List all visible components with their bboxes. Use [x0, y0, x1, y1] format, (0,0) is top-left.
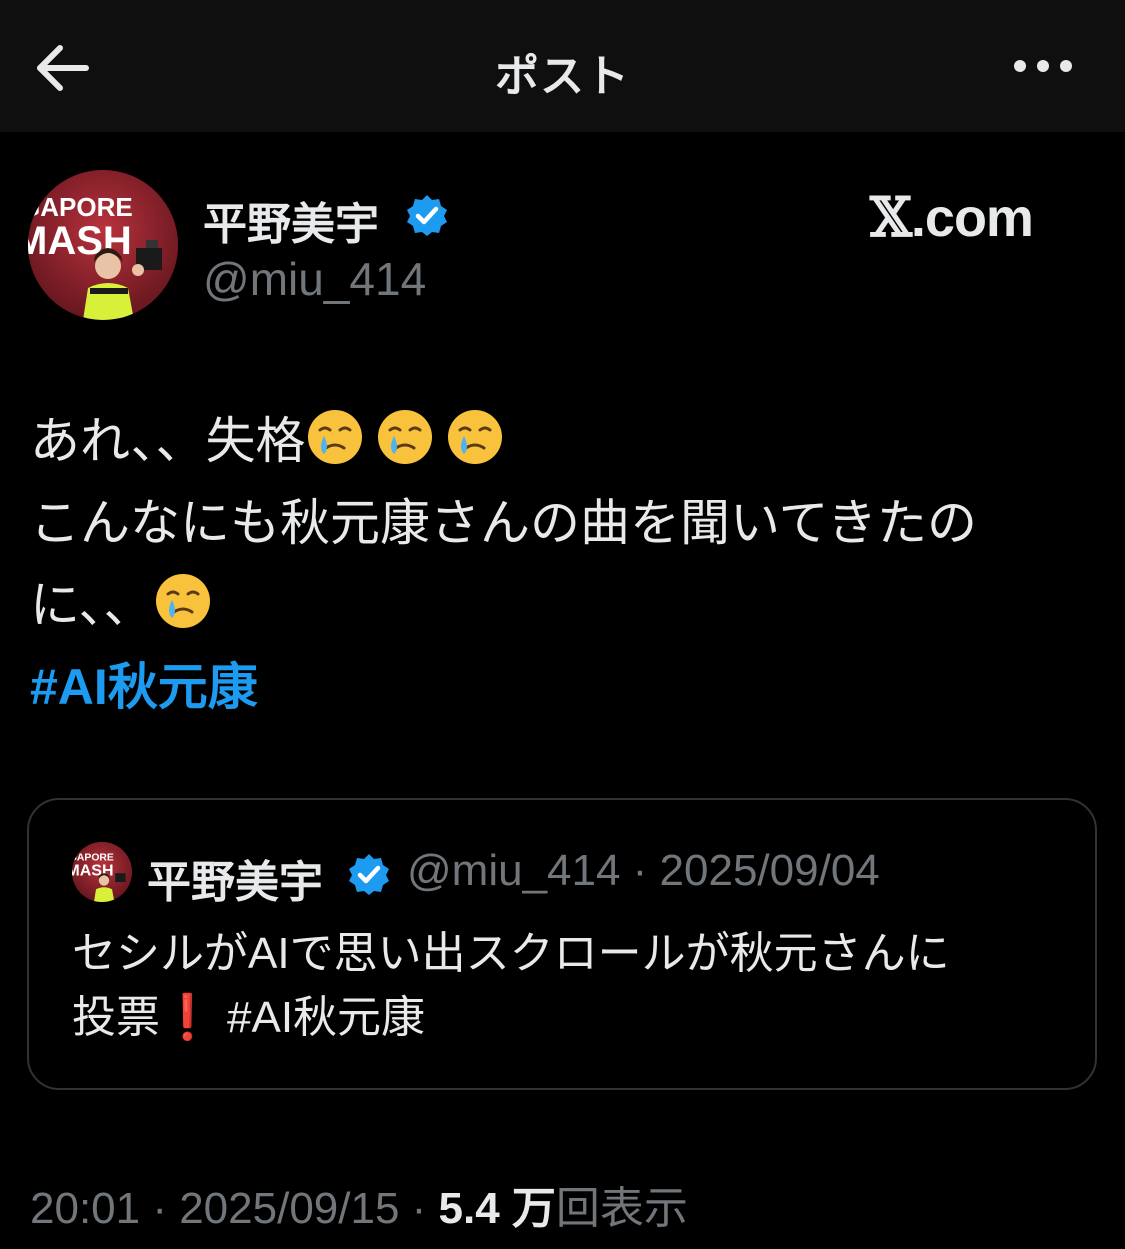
views-label: 回表示	[555, 1184, 688, 1233]
face-holding-back-tears-icon	[447, 410, 502, 464]
author-avatar[interactable]: GAPORE MASH	[28, 170, 178, 320]
hashtag-link[interactable]: #AI秋元康	[30, 659, 258, 715]
post-text-line-1: あれ、、失格	[30, 400, 1100, 482]
x-logo-icon: 𝕏	[870, 185, 912, 249]
more-options-button[interactable]	[1008, 44, 1078, 88]
quoted-post-card[interactable]: GAPORE MASH 平野美宇 @miu_414 · 2025/09/04 セ…	[27, 798, 1097, 1090]
face-holding-back-tears-icon	[377, 410, 432, 464]
post-text-line-2: こんなにも秋元康さんの曲を聞いてきたの	[30, 495, 977, 551]
xcom-watermark: 𝕏.com	[870, 185, 1034, 249]
quoted-author-avatar[interactable]: GAPORE MASH	[72, 842, 132, 902]
quoted-post-meta: @miu_414 · 2025/09/04	[407, 846, 880, 895]
more-horizontal-icon[interactable]	[1008, 44, 1078, 88]
post-body: あれ、、失格 こんなにも秋元康さんの曲を聞いてきたの に、、 #AI秋元康	[30, 400, 1100, 728]
xcom-text: .com	[910, 188, 1034, 248]
post-timestamp: 20:01 · 2025/09/15 ·	[30, 1184, 439, 1233]
face-holding-back-tears-icon	[155, 574, 210, 628]
quoted-post-body: セシルがAIで思い出スクロールが秋元さんに 投票❗️ #AI秋元康	[72, 922, 1052, 1050]
page-title: ポスト	[495, 52, 630, 101]
author-display-name[interactable]: 平野美宇	[203, 188, 379, 252]
verified-badge-icon	[405, 193, 449, 237]
post-text: に、、	[30, 577, 154, 633]
verified-badge-icon	[347, 852, 391, 896]
hashtag-line: #AI秋元康	[30, 646, 1100, 728]
quoted-post-text-line-2: 投票❗️ #AI秋元康	[72, 993, 426, 1042]
views-count: 5.4 万	[438, 1184, 556, 1233]
post-text: あれ、、失格	[30, 413, 306, 469]
quoted-author-display-name: 平野美宇	[147, 858, 323, 907]
top-navigation-bar: ポスト	[0, 0, 1125, 132]
post-text-line-3: に、、	[30, 564, 1100, 646]
quoted-post-text-line-1: セシルがAIで思い出スクロールが秋元さんに	[72, 929, 950, 978]
avatar-banner-text: GAPORE	[72, 852, 114, 863]
face-holding-back-tears-icon	[307, 410, 362, 464]
author-handle[interactable]: @miu_414	[203, 252, 426, 306]
post-timestamp-and-views: 20:01 · 2025/09/15 · 5.4 万回表示	[30, 1172, 688, 1236]
avatar-banner-text: GAPORE	[28, 192, 133, 222]
